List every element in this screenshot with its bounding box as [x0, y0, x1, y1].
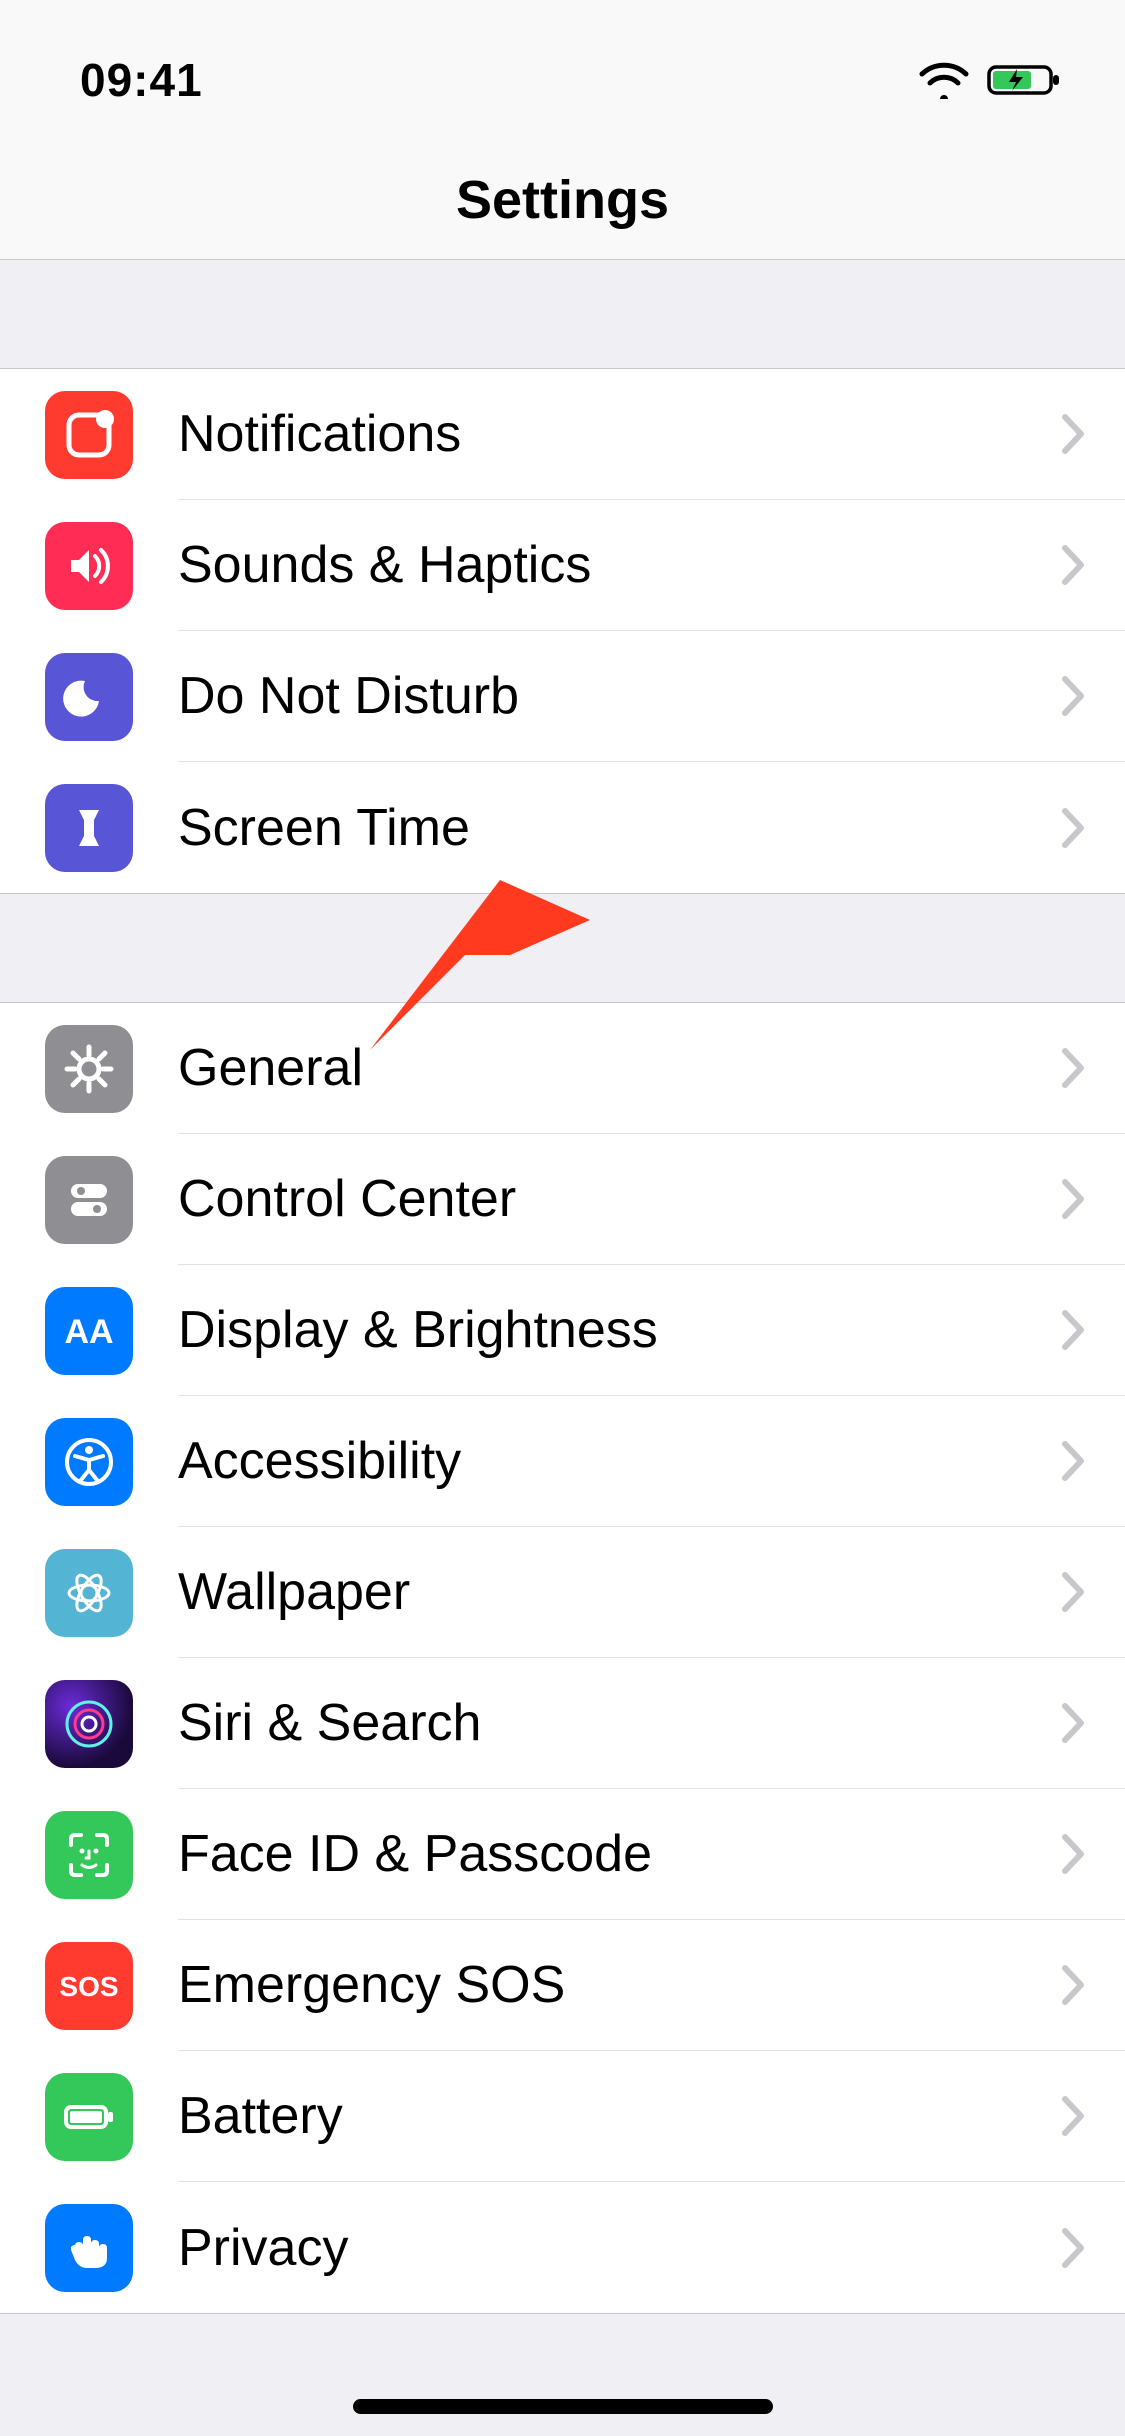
chevron-right-icon [1061, 2095, 1087, 2137]
row-label: Do Not Disturb [178, 666, 519, 726]
settings-screen: 09:41 Settings [0, 0, 1125, 2436]
notifications-icon [45, 391, 133, 479]
wifi-icon [919, 61, 969, 99]
row-label: Sounds & Haptics [178, 535, 591, 595]
privacy-icon [45, 2204, 133, 2292]
do-not-disturb-icon [45, 653, 133, 741]
row-sounds-haptics[interactable]: Sounds & Haptics [0, 500, 1125, 631]
emergency-sos-icon: SOS [45, 1942, 133, 2030]
siri-icon [45, 1680, 133, 1768]
section-gap [0, 260, 1125, 368]
general-icon [45, 1025, 133, 1113]
row-label: Emergency SOS [178, 1955, 565, 2015]
chevron-right-icon [1061, 1833, 1087, 1875]
svg-text:SOS: SOS [59, 1971, 118, 2002]
nav-header: Settings [0, 140, 1125, 260]
row-notifications[interactable]: Notifications [0, 369, 1125, 500]
row-label: Battery [178, 2086, 343, 2146]
battery-charging-icon [987, 61, 1065, 99]
row-label: Notifications [178, 404, 461, 464]
page-title: Settings [456, 169, 669, 231]
settings-group-1: Notifications Sounds & Haptics [0, 368, 1125, 894]
row-label: Control Center [178, 1169, 516, 1229]
section-gap [0, 894, 1125, 1002]
chevron-right-icon [1061, 544, 1087, 586]
row-emergency-sos[interactable]: SOS Emergency SOS [0, 1920, 1125, 2051]
chevron-right-icon [1061, 1178, 1087, 1220]
row-battery[interactable]: Battery [0, 2051, 1125, 2182]
chevron-right-icon [1061, 1440, 1087, 1482]
face-id-icon [45, 1811, 133, 1899]
chevron-right-icon [1061, 413, 1087, 455]
settings-group-2: General Control Center [0, 1002, 1125, 2314]
status-time: 09:41 [80, 53, 203, 107]
row-label: Wallpaper [178, 1562, 410, 1622]
row-display-brightness[interactable]: AA Display & Brightness [0, 1265, 1125, 1396]
svg-text:AA: AA [64, 1313, 113, 1351]
screen-time-icon [45, 784, 133, 872]
row-face-id-passcode[interactable]: Face ID & Passcode [0, 1789, 1125, 1920]
chevron-right-icon [1061, 1047, 1087, 1089]
row-siri-search[interactable]: Siri & Search [0, 1658, 1125, 1789]
row-label: Screen Time [178, 798, 470, 858]
chevron-right-icon [1061, 1702, 1087, 1744]
row-label: Siri & Search [178, 1693, 481, 1753]
row-screen-time[interactable]: Screen Time [0, 762, 1125, 893]
chevron-right-icon [1061, 1571, 1087, 1613]
row-accessibility[interactable]: Accessibility [0, 1396, 1125, 1527]
row-control-center[interactable]: Control Center [0, 1134, 1125, 1265]
chevron-right-icon [1061, 1309, 1087, 1351]
accessibility-icon [45, 1418, 133, 1506]
row-label: Accessibility [178, 1431, 461, 1491]
row-privacy[interactable]: Privacy [0, 2182, 1125, 2313]
display-icon: AA [45, 1287, 133, 1375]
chevron-right-icon [1061, 807, 1087, 849]
control-center-icon [45, 1156, 133, 1244]
sounds-icon [45, 522, 133, 610]
row-label: Display & Brightness [178, 1300, 658, 1360]
home-indicator [353, 2399, 773, 2414]
row-do-not-disturb[interactable]: Do Not Disturb [0, 631, 1125, 762]
row-label: General [178, 1038, 363, 1098]
battery-settings-icon [45, 2073, 133, 2161]
wallpaper-icon [45, 1549, 133, 1637]
status-bar: 09:41 [0, 0, 1125, 140]
chevron-right-icon [1061, 675, 1087, 717]
status-icons [919, 61, 1065, 99]
row-label: Face ID & Passcode [178, 1824, 652, 1884]
row-general[interactable]: General [0, 1003, 1125, 1134]
chevron-right-icon [1061, 2227, 1087, 2269]
chevron-right-icon [1061, 1964, 1087, 2006]
row-wallpaper[interactable]: Wallpaper [0, 1527, 1125, 1658]
row-label: Privacy [178, 2218, 348, 2278]
